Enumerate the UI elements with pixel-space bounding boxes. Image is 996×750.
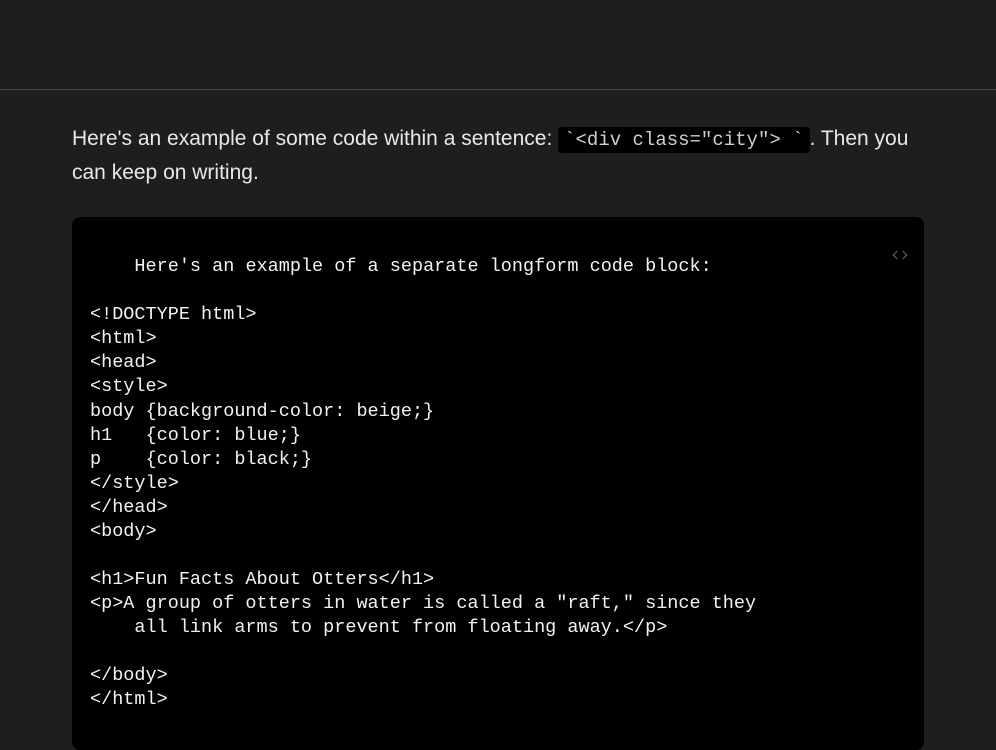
code-block-content: Here's an example of a separate longform… [90,256,756,710]
code-icon[interactable] [849,231,908,284]
intro-text-part1: Here's an example of some code within a … [72,127,558,150]
code-block: Here's an example of a separate longform… [72,217,924,750]
intro-paragraph: Here's an example of some code within a … [72,122,924,189]
inline-code-example: `<div class="city"> ` [558,127,809,153]
top-bar [0,0,996,90]
content-area: Here's an example of some code within a … [0,90,996,750]
